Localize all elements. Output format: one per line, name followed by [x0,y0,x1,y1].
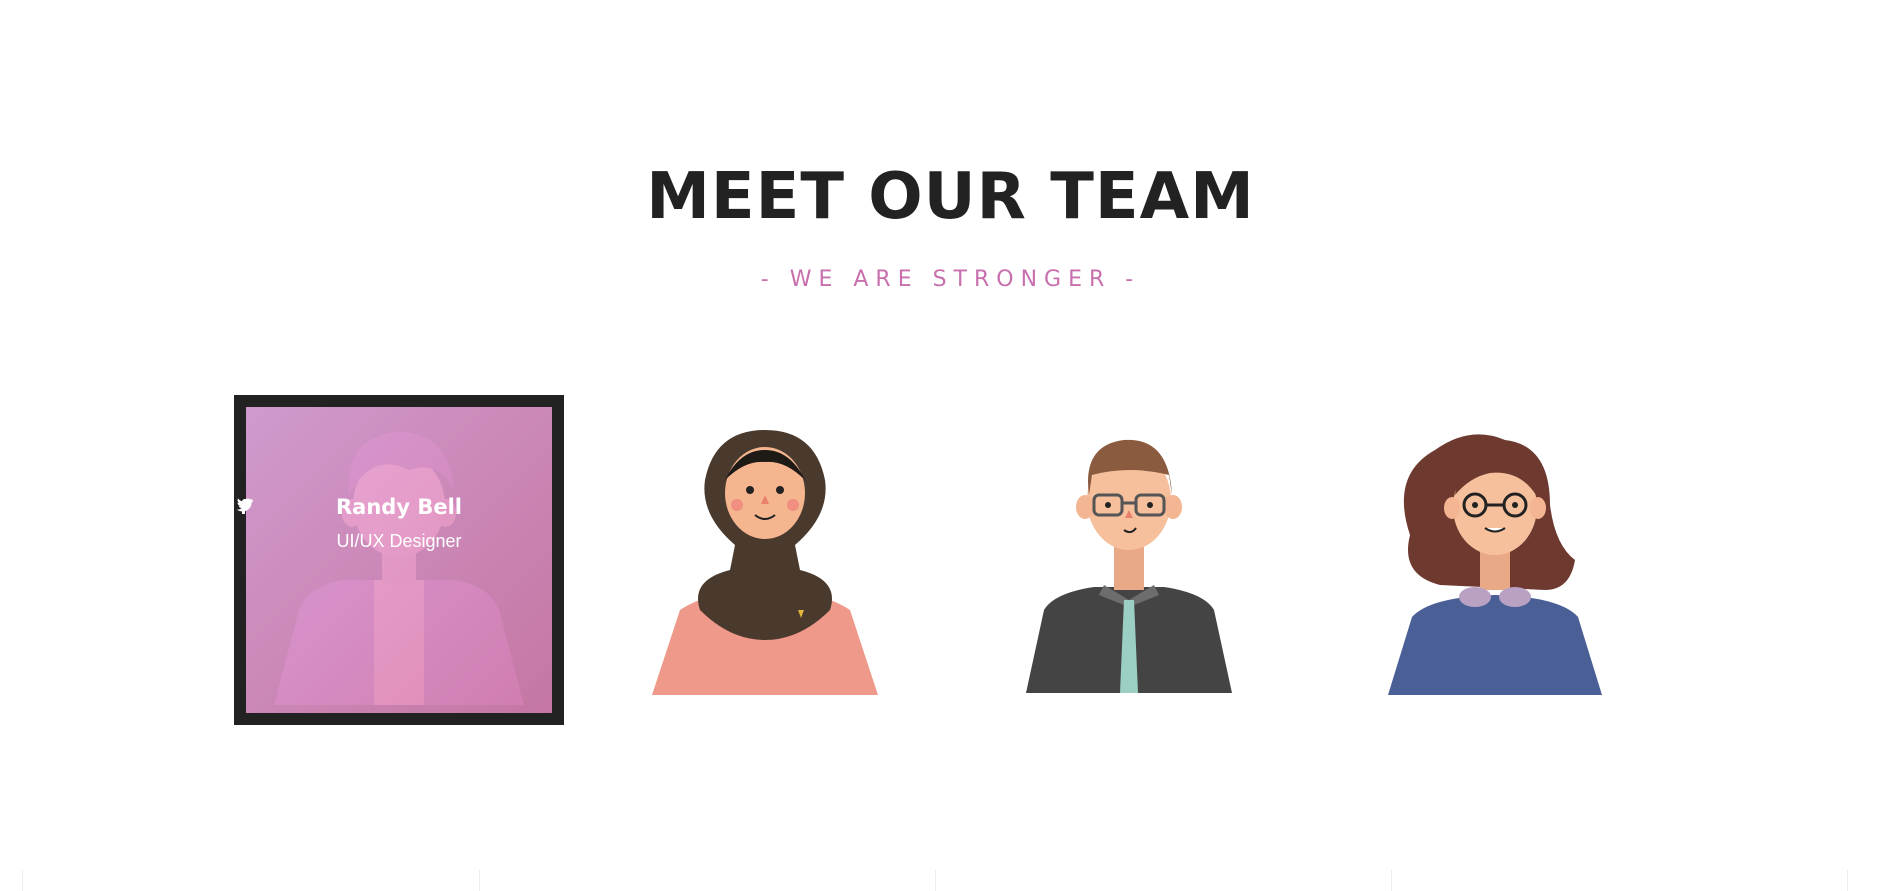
social-links [234,498,564,594]
member-info: Randy Bell UI/UX Designer [234,495,564,594]
column-divider [479,870,480,891]
facebook-icon[interactable] [240,499,392,594]
team-member-card-1[interactable]: Randy Bell UI/UX Designer [234,395,564,725]
column-divider [935,870,936,891]
woman-hijab-avatar [652,430,878,695]
column-divider [1847,870,1848,891]
team-member-card-3[interactable] [964,395,1294,725]
column-divider [1391,870,1392,891]
team-section: MEET OUR TEAM - WE ARE STRONGER - Randy … [0,0,1901,891]
section-subtitle: - WE ARE STRONGER - [760,267,1141,292]
twitter-icon[interactable] [236,498,426,594]
team-member-card-2[interactable] [600,395,930,725]
member-role: UI/UX Designer [336,531,462,551]
member-name: Randy Bell [336,495,462,519]
team-member-card-4[interactable] [1330,395,1660,725]
woman-glasses-avatar [1388,434,1602,695]
section-title: MEET OUR TEAM [646,160,1255,234]
column-divider [22,870,23,891]
man-glasses-tie-avatar [1026,439,1232,693]
